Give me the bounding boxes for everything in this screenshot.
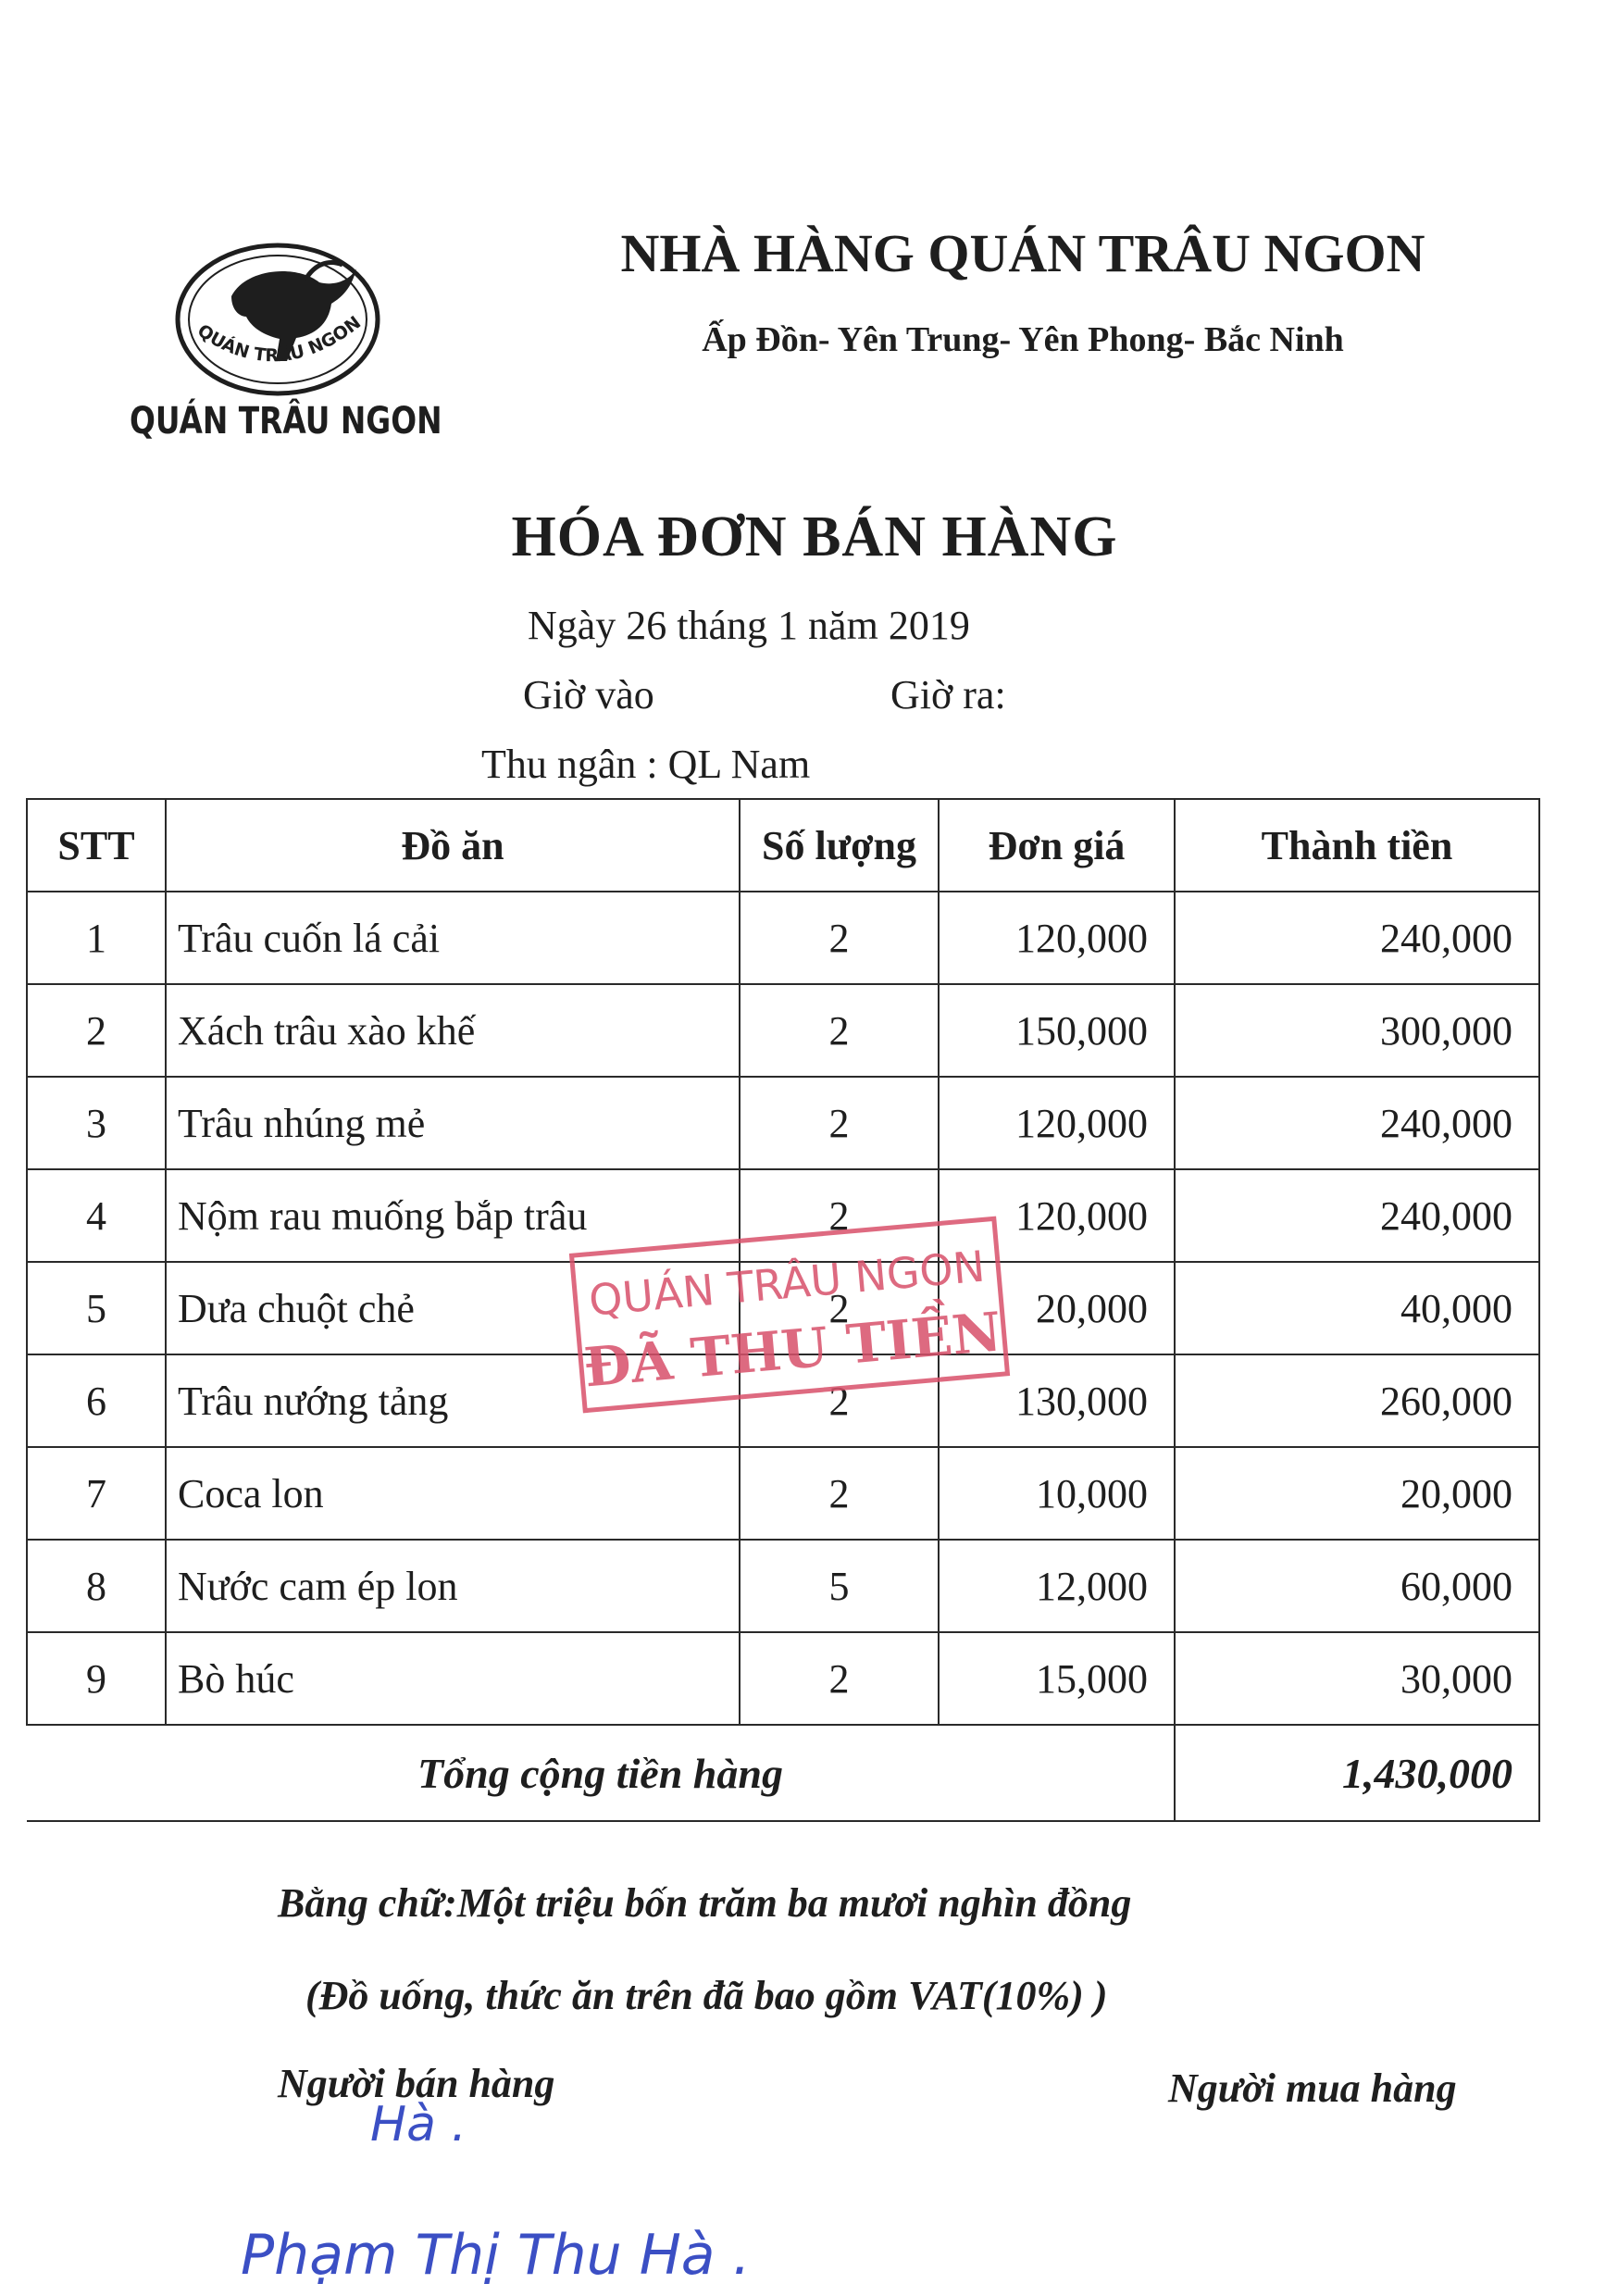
total-row: Tổng cộng tiền hàng 1,430,000 — [27, 1724, 1540, 1822]
row-unit-price: 15,000 — [938, 1631, 1176, 1726]
row-quantity: 5 — [739, 1539, 940, 1633]
vat-note: (Đồ uống, thức ăn trên đã bao gồm VAT(10… — [305, 1973, 1108, 2018]
invoice-title: HÓA ĐƠN BÁN HÀNG — [511, 505, 1118, 568]
row-amount: 40,000 — [1174, 1261, 1540, 1355]
row-amount: 300,000 — [1174, 983, 1540, 1078]
row-item-name: Nước cam ép lon — [165, 1539, 741, 1633]
row-stt: 4 — [26, 1168, 167, 1263]
row-stt: 6 — [26, 1354, 167, 1448]
row-stt: 8 — [26, 1539, 167, 1633]
logo-caption: QUÁN TRÂU NGON — [130, 400, 442, 443]
table-row: 9 Bò húc 2 15,000 30,000 — [26, 1631, 1540, 1726]
cashier-line: Thu ngân : QL Nam — [481, 742, 811, 787]
total-label: Tổng cộng tiền hàng — [27, 1724, 1175, 1822]
row-stt: 1 — [26, 891, 167, 985]
table-row: 3 Trâu nhúng mẻ 2 120,000 240,000 — [26, 1076, 1540, 1170]
total-value: 1,430,000 — [1174, 1724, 1540, 1822]
restaurant-logo: QUÁN TRÂU NGON — [175, 243, 380, 396]
row-unit-price: 120,000 — [938, 1076, 1176, 1170]
amount-in-words: Bằng chữ:Một triệu bốn trăm ba mươi nghì… — [278, 1880, 1132, 1926]
row-unit-price: 10,000 — [938, 1446, 1176, 1541]
row-quantity: 2 — [739, 1446, 940, 1541]
column-header-quantity: Số lượng — [739, 798, 940, 892]
signature-initials: Hà . — [370, 2097, 467, 2152]
column-header-item: Đồ ăn — [165, 798, 741, 892]
row-stt: 2 — [26, 983, 167, 1078]
column-header-amount: Thành tiền — [1174, 798, 1540, 892]
row-quantity: 2 — [739, 983, 940, 1078]
restaurant-address: Ấp Đồn- Yên Trung- Yên Phong- Bắc Ninh — [702, 320, 1344, 359]
column-header-unit-price: Đơn giá — [938, 798, 1176, 892]
row-item-name: Xách trâu xào khế — [165, 983, 741, 1078]
row-amount: 260,000 — [1174, 1354, 1540, 1448]
row-stt: 9 — [26, 1631, 167, 1726]
row-amount: 240,000 — [1174, 1076, 1540, 1170]
row-amount: 240,000 — [1174, 1168, 1540, 1263]
table-row: 2 Xách trâu xào khế 2 150,000 300,000 — [26, 983, 1540, 1078]
row-unit-price: 150,000 — [938, 983, 1176, 1078]
row-quantity: 2 — [739, 1631, 940, 1726]
row-stt: 5 — [26, 1261, 167, 1355]
table-row: 7 Coca lon 2 10,000 20,000 — [26, 1446, 1540, 1541]
buyer-label: Người mua hàng — [1168, 2065, 1457, 2111]
row-item-name: Trâu cuốn lá cải — [165, 891, 741, 985]
row-item-name: Coca lon — [165, 1446, 741, 1541]
table-header-row: STT Đồ ăn Số lượng Đơn giá Thành tiền — [26, 798, 1540, 892]
time-in-label: Giờ vào — [523, 672, 654, 718]
time-out-label: Giờ ra: — [890, 672, 1006, 718]
row-quantity: 2 — [739, 891, 940, 985]
row-amount: 20,000 — [1174, 1446, 1540, 1541]
row-amount: 30,000 — [1174, 1631, 1540, 1726]
row-amount: 60,000 — [1174, 1539, 1540, 1633]
row-item-name: Trâu nhúng mẻ — [165, 1076, 741, 1170]
row-quantity: 2 — [739, 1076, 940, 1170]
row-unit-price: 120,000 — [938, 891, 1176, 985]
table-row: 8 Nước cam ép lon 5 12,000 60,000 — [26, 1539, 1540, 1633]
invoice-date: Ngày 26 tháng 1 năm 2019 — [528, 603, 970, 648]
row-unit-price: 12,000 — [938, 1539, 1176, 1633]
row-stt: 3 — [26, 1076, 167, 1170]
row-item-name: Bò húc — [165, 1631, 741, 1726]
seller-signature: Hà . Phạm Thị Thu Hà . — [241, 2097, 751, 2288]
table-row: 1 Trâu cuốn lá cải 2 120,000 240,000 — [26, 891, 1540, 985]
restaurant-name: NHÀ HÀNG QUÁN TRÂU NGON — [620, 223, 1425, 283]
signature-full-name: Phạm Thị Thu Hà . — [241, 2223, 751, 2288]
column-header-stt: STT — [26, 798, 167, 892]
row-amount: 240,000 — [1174, 891, 1540, 985]
row-stt: 7 — [26, 1446, 167, 1541]
